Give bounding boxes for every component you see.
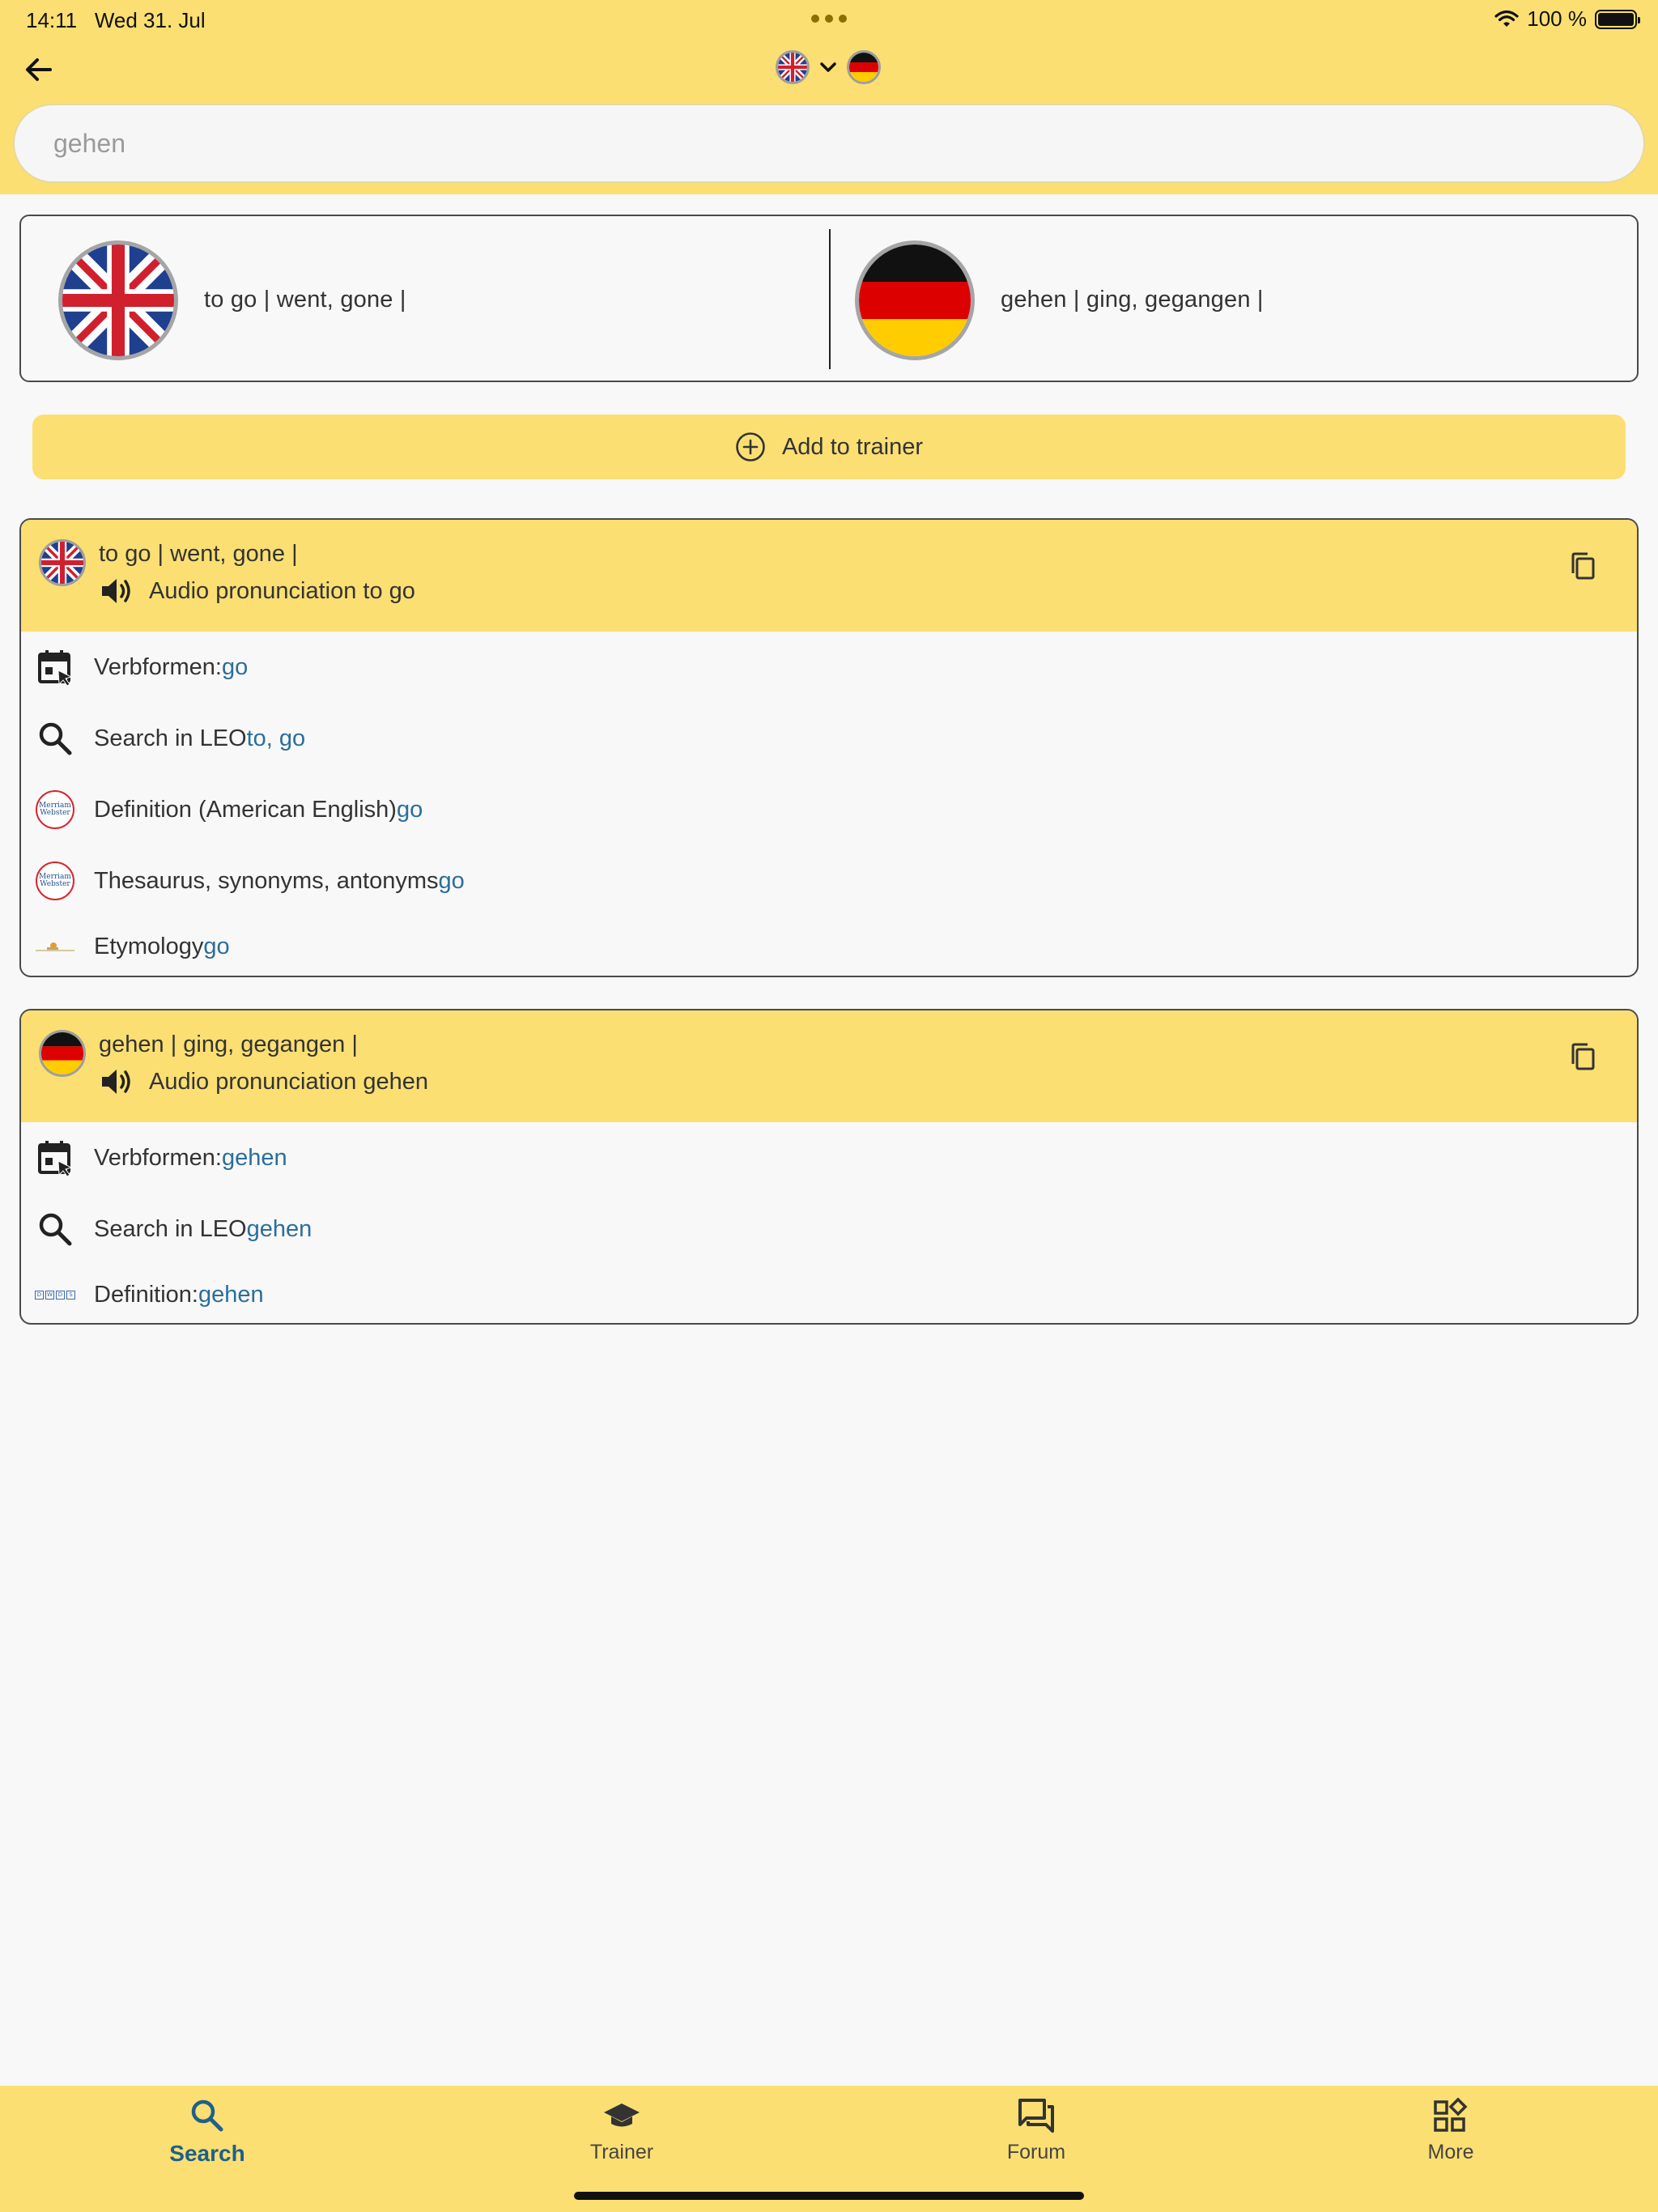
clock: 14:11 xyxy=(26,8,78,32)
dwds-logo: DWDS xyxy=(35,1290,75,1300)
multitasking-dots-icon[interactable] xyxy=(811,15,847,23)
summary-english[interactable]: to go | went, gone | xyxy=(58,216,406,384)
search-icon xyxy=(191,2099,223,2132)
nav-label: More xyxy=(1427,2141,1474,2163)
date: Wed 31. Jul xyxy=(94,8,206,32)
battery-icon xyxy=(1595,9,1640,29)
add-to-trainer-button[interactable]: Add to trainer xyxy=(32,415,1626,479)
germany-flag-icon xyxy=(847,50,881,84)
search-input[interactable]: gehen xyxy=(13,104,1645,183)
germany-flag-icon xyxy=(39,1030,86,1077)
merriam-webster-logo: Merriam Webster xyxy=(36,861,74,900)
row-label: Thesaurus, synonyms, antonyms xyxy=(94,867,439,894)
uk-flag-icon xyxy=(776,50,810,84)
wifi-icon xyxy=(1494,10,1519,27)
audio-pronunciation-button[interactable]: Audio pronunciation to go xyxy=(99,575,415,607)
app-header: 14:11 Wed 31. Jul 100 % gehen xyxy=(0,0,1658,194)
translation-summary-card: to go | went, gone | gehen | ging, gegan… xyxy=(19,215,1639,382)
search-icon xyxy=(34,717,76,759)
list-item-etymology[interactable]: Etymology go xyxy=(21,917,1637,976)
forum-icon xyxy=(1018,2099,1054,2133)
copy-icon xyxy=(1571,1043,1595,1070)
audio-label: Audio pronunciation to go xyxy=(149,577,415,604)
dwds-icon: DWDS xyxy=(34,1274,76,1316)
audio-label: Audio pronunciation gehen xyxy=(149,1068,429,1095)
list-item-verbformen[interactable]: Verbformen: go xyxy=(21,632,1637,703)
back-button[interactable] xyxy=(19,50,58,89)
row-link[interactable]: gehen xyxy=(247,1216,312,1243)
speaker-icon xyxy=(102,1070,130,1094)
row-label: Etymology xyxy=(94,933,204,959)
nav-forum[interactable]: Forum xyxy=(955,2097,1117,2164)
nav-label: Trainer xyxy=(589,2141,654,2163)
etymology-icon xyxy=(34,925,76,968)
list-item-search-leo[interactable]: Search in LEO gehen xyxy=(21,1193,1637,1265)
nav-search[interactable]: Search xyxy=(126,2097,288,2167)
entry-card-english: to go | went, gone | Audio pronunciation… xyxy=(19,518,1639,977)
row-label: Search in LEO xyxy=(94,725,247,751)
row-link[interactable]: go xyxy=(203,934,229,960)
copy-button[interactable] xyxy=(1566,549,1601,585)
speaker-icon xyxy=(102,579,130,603)
status-right: 100 % xyxy=(1494,6,1640,32)
language-switcher[interactable] xyxy=(776,50,881,84)
nav-label: Search xyxy=(169,2141,245,2166)
calendar-cursor-icon xyxy=(34,1137,76,1179)
row-link[interactable]: gehen xyxy=(222,1145,287,1172)
search-input-value: gehen xyxy=(53,128,125,158)
list-item-definition[interactable]: DWDS Definition: gehen xyxy=(21,1265,1637,1323)
entry-title: to go | went, gone | xyxy=(99,541,298,567)
summary-german[interactable]: gehen | ging, gegangen | xyxy=(855,216,1264,384)
row-link[interactable]: go xyxy=(439,868,465,895)
nav-trainer[interactable]: Trainer xyxy=(541,2097,703,2164)
row-link[interactable]: to, go xyxy=(247,725,306,752)
home-indicator[interactable] xyxy=(574,2192,1084,2200)
row-label: Search in LEO xyxy=(94,1215,247,1242)
merriam-webster-icon: Merriam Webster xyxy=(34,860,76,902)
list-item-thesaurus[interactable]: Merriam Webster Thesaurus, synonyms, ant… xyxy=(21,845,1637,917)
plus-circle-icon xyxy=(736,432,765,462)
copy-icon xyxy=(1571,552,1595,580)
list-item-verbformen[interactable]: Verbformen: gehen xyxy=(21,1122,1637,1193)
row-label: Definition (American English) xyxy=(94,796,397,823)
battery-percent: 100 % xyxy=(1527,6,1587,31)
arrow-left-icon xyxy=(26,58,52,81)
search-icon xyxy=(34,1208,76,1250)
entry-title: gehen | ging, gegangen | xyxy=(99,1032,358,1057)
summary-english-text: to go | went, gone | xyxy=(204,287,406,313)
uk-flag-icon xyxy=(39,539,86,586)
status-time: 14:11 Wed 31. Jul xyxy=(26,8,206,33)
add-to-trainer-label: Add to trainer xyxy=(781,433,924,460)
row-link[interactable]: go xyxy=(222,654,248,681)
chevron-down-icon xyxy=(820,62,836,72)
calendar-cursor-icon xyxy=(34,646,76,688)
status-bar: 14:11 Wed 31. Jul 100 % xyxy=(0,0,1658,39)
uk-flag-icon xyxy=(58,240,178,360)
germany-flag-icon xyxy=(855,240,975,360)
row-label: Verbformen: xyxy=(94,1144,222,1171)
entry-header: gehen | ging, gegangen | Audio pronuncia… xyxy=(21,1010,1637,1122)
row-label: Verbformen: xyxy=(94,653,222,680)
row-link[interactable]: go xyxy=(397,797,423,823)
row-label: Definition: xyxy=(94,1281,198,1308)
grid-icon xyxy=(1434,2097,1468,2132)
copy-button[interactable] xyxy=(1566,1040,1601,1075)
list-item-definition[interactable]: Merriam Webster Definition (American Eng… xyxy=(21,774,1637,845)
row-link[interactable]: gehen xyxy=(198,1282,264,1308)
merriam-webster-icon: Merriam Webster xyxy=(34,789,76,831)
nav-label: Forum xyxy=(1006,2141,1066,2163)
entry-header: to go | went, gone | Audio pronunciation… xyxy=(21,520,1637,632)
merriam-webster-logo: Merriam Webster xyxy=(36,790,74,829)
graduation-cap-icon xyxy=(604,2104,640,2127)
summary-german-text: gehen | ging, gegangen | xyxy=(1001,287,1264,313)
entry-card-german: gehen | ging, gegangen | Audio pronuncia… xyxy=(19,1009,1639,1325)
nav-more[interactable]: More xyxy=(1370,2097,1532,2164)
divider xyxy=(829,229,831,369)
audio-pronunciation-button[interactable]: Audio pronunciation gehen xyxy=(99,1066,428,1098)
list-item-search-leo[interactable]: Search in LEO to, go xyxy=(21,703,1637,774)
